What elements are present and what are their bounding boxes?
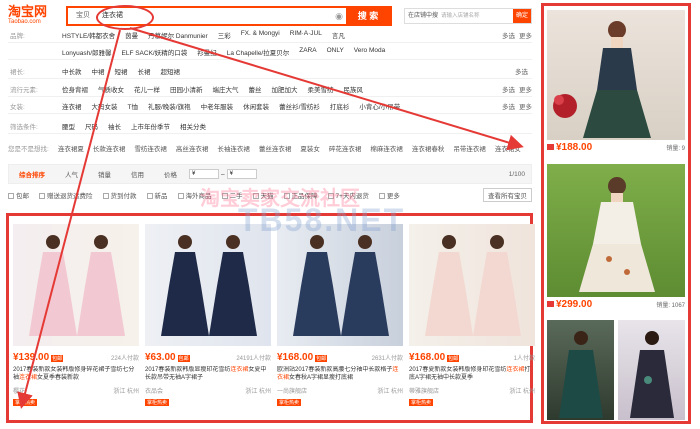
annotation-arrow (129, 27, 524, 151)
annotation-arrows (17, 27, 524, 409)
annotation-arrow (17, 29, 121, 409)
